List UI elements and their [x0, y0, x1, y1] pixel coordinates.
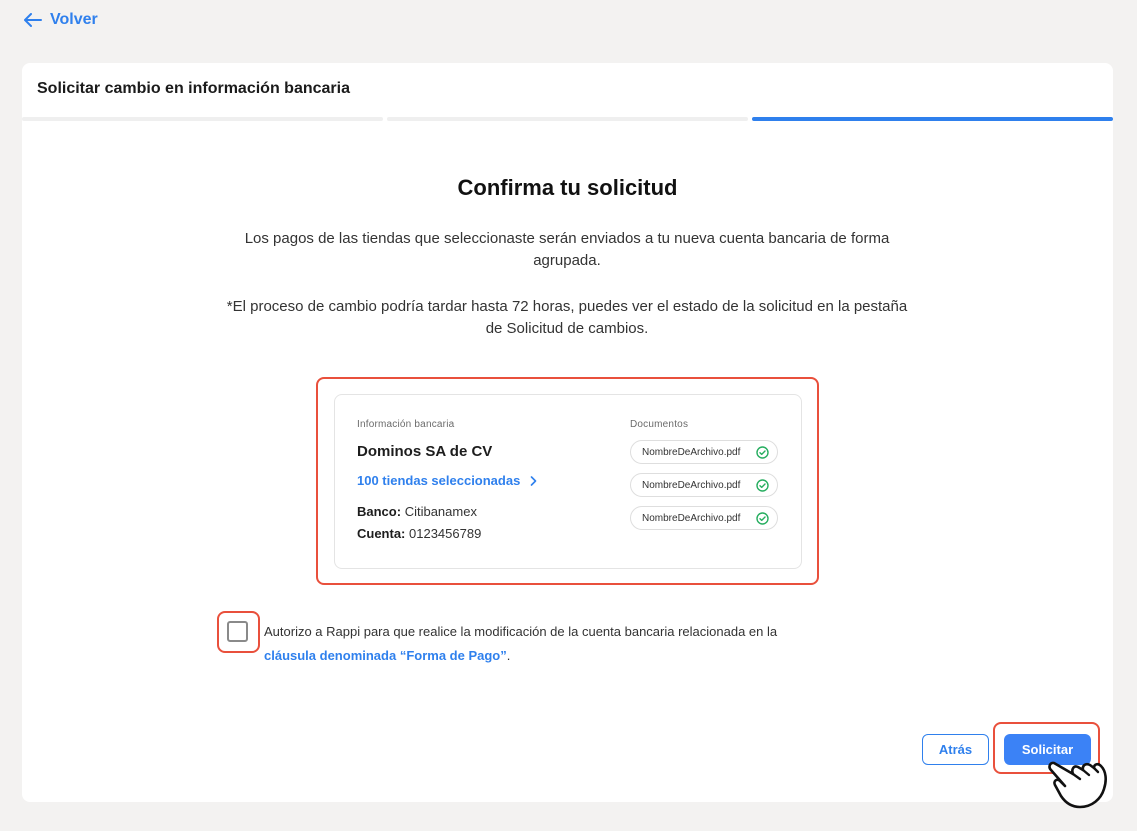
- step-3: [752, 117, 1113, 121]
- account-value: 0123456789: [409, 526, 482, 541]
- documents-label: Documentos: [630, 419, 689, 430]
- check-circle-icon: [756, 445, 769, 459]
- processing-note: *El proceso de cambio podría tardar hast…: [226, 298, 908, 337]
- consent-text: Autorizo a Rappi para que realice la mod…: [264, 620, 914, 668]
- document-name: NombreDeArchivo.pdf: [642, 512, 741, 524]
- back-link[interactable]: Volver: [24, 11, 98, 29]
- document-chip[interactable]: NombreDeArchivo.pdf: [630, 473, 778, 497]
- description-text: Los pagos de las tiendas que seleccionas…: [244, 230, 890, 269]
- bank-row: Banco: Citibanamex: [357, 504, 477, 519]
- consent-suffix: .: [506, 648, 511, 663]
- payment-clause-link[interactable]: cláusula denominada “Forma de Pago”: [264, 648, 507, 663]
- document-name: NombreDeArchivo.pdf: [642, 446, 741, 458]
- account-key: Cuenta:: [357, 526, 406, 541]
- progress-stepper: [22, 117, 1113, 121]
- bank-key: Banco:: [357, 504, 402, 519]
- document-chip[interactable]: NombreDeArchivo.pdf: [630, 440, 778, 464]
- request-card: Solicitar cambio en información bancaria…: [22, 63, 1113, 802]
- account-row: Cuenta: 0123456789: [357, 526, 481, 541]
- selected-stores-link[interactable]: 100 tiendas seleccionadas: [357, 473, 537, 488]
- document-chip[interactable]: NombreDeArchivo.pdf: [630, 506, 778, 530]
- chevron-right-icon: [531, 475, 537, 486]
- pointer-hand-icon: [1048, 761, 1107, 809]
- documents-list: NombreDeArchivo.pdf NombreDeArchivo.pdf …: [630, 440, 778, 530]
- bank-info-label: Información bancaria: [357, 419, 455, 430]
- consent-statement: Autorizo a Rappi para que realice la mod…: [264, 624, 778, 639]
- company-name: Dominos SA de CV: [357, 443, 493, 460]
- step-2: [387, 117, 748, 121]
- card-title: Solicitar cambio en información bancaria: [37, 80, 350, 97]
- arrow-left-icon: [24, 13, 42, 27]
- check-circle-icon: [756, 478, 769, 492]
- back-button[interactable]: Atrás: [922, 734, 989, 765]
- step-1: [22, 117, 383, 121]
- document-name: NombreDeArchivo.pdf: [642, 479, 741, 491]
- bank-info-summary: Información bancaria Documentos Dominos …: [334, 394, 802, 569]
- consent-checkbox[interactable]: [227, 621, 248, 642]
- check-circle-icon: [756, 511, 769, 525]
- bank-value: Citibanamex: [404, 504, 477, 519]
- selected-stores-label: 100 tiendas seleccionadas: [357, 473, 521, 488]
- page-heading: Confirma tu solicitud: [457, 175, 678, 200]
- back-link-label: Volver: [50, 11, 98, 28]
